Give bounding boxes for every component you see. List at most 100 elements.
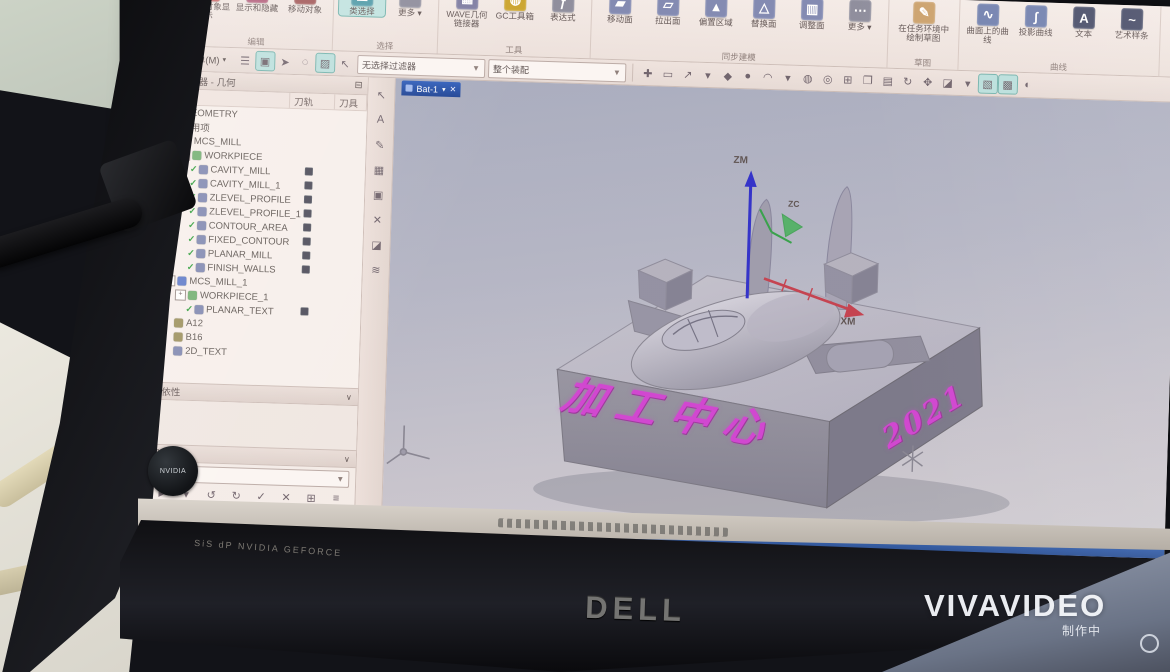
pull-face-icon: ▱	[657, 0, 680, 16]
wp-icon	[192, 150, 201, 159]
ribbon-button-label: 表达式	[550, 13, 576, 23]
wireframe-view-icon[interactable]: ◎	[819, 70, 838, 89]
datum-icon[interactable]: ✚	[639, 64, 658, 83]
delete-icon[interactable]: ✕	[368, 210, 387, 229]
vector-icon[interactable]: ↗	[679, 65, 698, 84]
ribbon-button[interactable]: ⋯更多 ▾	[837, 0, 884, 32]
dropdown-caret-icon[interactable]: ▾	[699, 66, 718, 85]
pan-view-icon[interactable]: ✥	[918, 73, 937, 92]
ribbon-button[interactable]: ∿曲面上的曲线	[964, 2, 1011, 45]
window-icon[interactable]: ❐	[859, 71, 878, 90]
generated-check-icon: ✓	[187, 247, 195, 258]
part-window-tab[interactable]: Bat-1 ▾ ✕	[401, 80, 460, 97]
arc-icon[interactable]: ◠	[759, 68, 778, 87]
ribbon-button-label: 文本	[1075, 30, 1092, 40]
highlight-icon[interactable]: ▨	[316, 54, 335, 73]
column-tool[interactable]: 刀具	[335, 94, 367, 110]
selection-filter-combo[interactable]: 无选择过滤器 ▼	[357, 54, 486, 77]
dropdown-caret-icon[interactable]: ▾	[958, 74, 977, 93]
plane-icon[interactable]: ▭	[659, 64, 678, 83]
wave-icon[interactable]: ≋	[367, 260, 386, 279]
fit-view-icon[interactable]: ⊞	[839, 70, 858, 89]
touch-mode-icon[interactable]: ☰	[236, 51, 255, 70]
point-icon[interactable]: ◆	[719, 66, 738, 85]
divider	[632, 64, 634, 82]
selection-scope-combo[interactable]: 整个装配 ▼	[488, 59, 627, 82]
render-style-icon[interactable]: ◐	[1018, 76, 1037, 95]
ribbon-button[interactable]: ✎在任务环境中绘制草图	[893, 0, 954, 44]
grid-icon[interactable]: ▦	[370, 160, 389, 179]
op-icon	[197, 221, 206, 230]
ribbon-button[interactable]: ◍GC工具箱	[492, 0, 539, 22]
sphere-icon[interactable]: ●	[739, 67, 758, 86]
dell-logo: DELL	[584, 590, 715, 639]
dropdown-caret-icon[interactable]: ▾	[779, 68, 798, 87]
select-icon[interactable]: ↖	[372, 85, 391, 104]
cad-model-3d	[382, 78, 1170, 532]
wp-icon	[188, 290, 197, 299]
op-icon	[197, 207, 206, 216]
column-toolpath[interactable]: 刀轨	[290, 93, 335, 109]
ribbon-group-label: 草图	[892, 56, 952, 70]
tool-icon	[174, 318, 183, 327]
ribbon-button[interactable]: ⋯更多 ▾	[387, 0, 434, 18]
ribbon-button[interactable]: ƒ表达式	[540, 0, 587, 23]
toolpath-status-icon	[291, 166, 327, 178]
annotate-icon[interactable]: ✎	[370, 135, 389, 154]
layers-icon[interactable]: ▩	[998, 75, 1017, 94]
chevron-down-icon: ▼	[336, 475, 344, 484]
pick-icon[interactable]: ↖	[336, 54, 355, 73]
section-icon[interactable]: ◪	[938, 73, 957, 92]
ribbon-button[interactable]: ▦WAVE几何链接器	[443, 0, 490, 29]
dependencies-panel	[144, 400, 357, 451]
ribbon-group-2: ▦WAVE几何链接器◍GC工具箱ƒ表达式工具	[438, 0, 593, 58]
section-view-icon[interactable]: ◪	[367, 235, 386, 254]
op-icon	[196, 235, 205, 244]
vivavideo-watermark: VIVAVIDEO	[924, 588, 1106, 624]
ribbon-group-3: ▰移动面▱拉出面▲偏置区域△替换面▥调整面⋯更多 ▾同步建模	[591, 0, 890, 68]
replace-face-icon: △	[753, 0, 776, 19]
ribbon-button[interactable]: △替换面	[741, 0, 788, 29]
generated-check-icon: ✓	[187, 261, 195, 272]
lasso-icon[interactable]: ◌	[296, 53, 315, 72]
ribbon-button[interactable]: ◉显示和隐藏	[234, 0, 281, 14]
selection-box-icon[interactable]: ▣	[256, 52, 275, 71]
op-icon	[196, 249, 205, 258]
part-icon	[405, 85, 412, 92]
tree-item-label: FIXED_CONTOUR	[208, 234, 289, 248]
ribbon-button[interactable]: ▲偏置区域	[693, 0, 740, 28]
ribbon-button-label: 替换面	[751, 19, 777, 29]
curve-on-surface-icon: ∿	[977, 3, 1000, 26]
ribbon-button[interactable]: ▥调整面	[789, 0, 836, 31]
ribbon-button[interactable]: ▱拉出面	[645, 0, 692, 26]
ribbon-button[interactable]: A文本	[1060, 5, 1107, 39]
snapshot-icon[interactable]: ▧	[978, 75, 997, 94]
ribbon-button[interactable]: ✚移动对象	[282, 0, 329, 15]
ribbon-button[interactable]: ~艺术样条	[1108, 7, 1155, 41]
pin-icon[interactable]: ⊟	[354, 80, 362, 91]
tree-expander-icon[interactable]: +	[175, 289, 186, 300]
rotate-view-icon[interactable]: ↻	[898, 72, 917, 91]
pointer-icon[interactable]: ➤	[276, 52, 295, 71]
sketch-in-task-icon: ✎	[913, 1, 936, 24]
ribbon-button-label: 拉出面	[655, 16, 681, 26]
table-icon[interactable]: ▣	[369, 185, 388, 204]
orient-view-icon[interactable]: ▤	[879, 71, 898, 90]
chevron-down-icon: ▼	[613, 68, 621, 77]
mcs-icon	[177, 276, 186, 285]
tool-icon	[173, 332, 182, 341]
shaded-view-icon[interactable]: ◍	[799, 69, 818, 88]
ribbon-button[interactable]: ∫投影曲线	[1012, 4, 1059, 38]
text-tool-icon[interactable]: A	[371, 110, 390, 129]
tree-item-label: B16	[185, 331, 202, 343]
ribbon-button[interactable]: ▣类选择	[339, 0, 386, 17]
tree-item-label: CAVITY_MILL	[210, 164, 270, 177]
wcs-triad	[387, 425, 431, 465]
op-icon	[194, 304, 203, 313]
generated-check-icon: ✓	[188, 233, 196, 244]
photo-of-laptop-scene: { "watermark": { "brand": "VIVAVIDEO", "…	[0, 0, 1170, 672]
ribbon-button[interactable]: ▰移动面	[597, 0, 644, 25]
graphics-viewport[interactable]: Bat-1 ▾ ✕	[382, 78, 1170, 532]
ribbon-button-label: 在任务环境中绘制草图	[897, 24, 950, 44]
close-icon[interactable]: ✕	[449, 85, 456, 94]
